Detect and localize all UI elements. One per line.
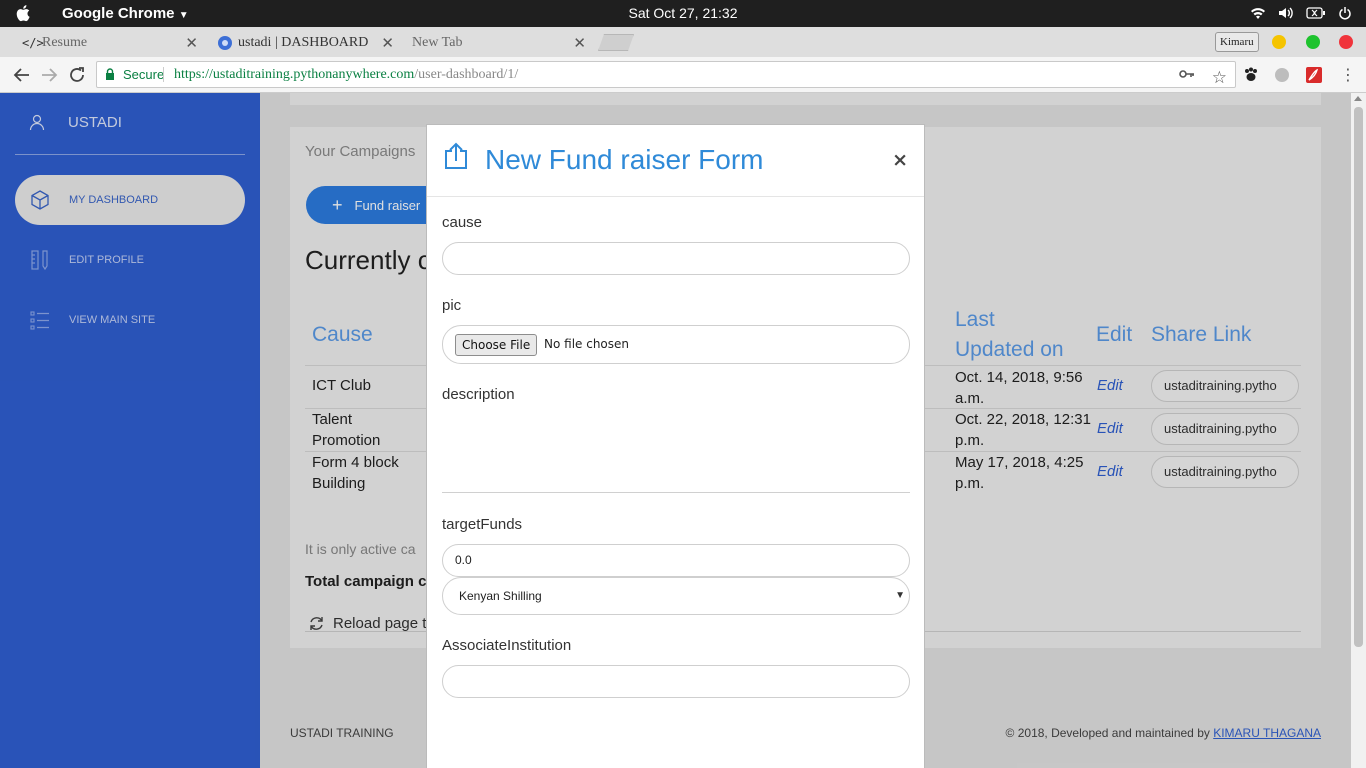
tab-new-tab[interactable]: New Tab ✕ xyxy=(402,29,598,57)
modal-header: New Fund raiser Form × xyxy=(427,125,924,197)
close-tab-icon[interactable]: ✕ xyxy=(381,29,394,57)
profile-button[interactable]: Kimaru xyxy=(1215,32,1259,52)
associate-institution-label: AssociateInstitution xyxy=(442,637,572,654)
page-scrollbar[interactable] xyxy=(1351,93,1366,768)
currency-selected: Kenyan Shilling xyxy=(459,589,542,603)
tab-resume[interactable]: </> Resume ✕ xyxy=(12,29,210,57)
new-tab-button[interactable] xyxy=(598,34,634,51)
system-tray xyxy=(1250,6,1352,20)
description-textarea[interactable] xyxy=(442,412,910,492)
close-window-button[interactable] xyxy=(1339,35,1353,49)
page-viewport: USTADI MY DASHBOARD EDIT PROFILE VIEW MA… xyxy=(0,93,1366,768)
target-funds-label: targetFunds xyxy=(442,516,523,533)
url-input[interactable]: Secure https://ustaditraining.pythonanyw… xyxy=(96,61,1236,88)
modal-close-button[interactable]: × xyxy=(892,149,908,171)
wifi-icon[interactable] xyxy=(1250,6,1266,20)
paw-extension-icon[interactable] xyxy=(1242,66,1260,84)
extension-circle-icon[interactable] xyxy=(1273,66,1291,84)
dropdown-caret-icon: ▼ xyxy=(895,590,905,601)
url-text: https://ustaditraining.pythonanywhere.co… xyxy=(174,67,519,82)
site-favicon-icon xyxy=(218,36,232,50)
code-icon: </> xyxy=(22,36,44,50)
share-upload-icon xyxy=(445,142,467,169)
tab-label: New Tab xyxy=(412,35,463,50)
file-status: No file chosen xyxy=(544,337,630,351)
cause-label: cause xyxy=(442,214,483,231)
tab-label: Resume xyxy=(42,35,88,50)
secure-label: Secure xyxy=(123,67,165,82)
currency-select[interactable]: Kenyan Shilling ▼ xyxy=(442,577,910,615)
chrome-menu-icon[interactable]: ⋮ xyxy=(1340,65,1356,85)
close-tab-icon[interactable]: ✕ xyxy=(573,29,586,57)
volume-icon[interactable] xyxy=(1278,6,1294,20)
reload-icon[interactable] xyxy=(68,66,86,84)
forward-arrow-icon[interactable] xyxy=(40,66,58,84)
close-tab-icon[interactable]: ✕ xyxy=(185,29,198,57)
back-arrow-icon[interactable] xyxy=(13,66,31,84)
pic-label: pic xyxy=(442,297,462,314)
address-bar: Secure https://ustaditraining.pythonanyw… xyxy=(0,57,1366,93)
cause-input[interactable] xyxy=(442,242,910,275)
modal-title: New Fund raiser Form xyxy=(485,144,764,175)
choose-file-button[interactable]: Choose File xyxy=(455,334,538,356)
associate-institution-input[interactable] xyxy=(442,665,910,698)
battery-icon[interactable] xyxy=(1306,7,1326,19)
pic-file-input[interactable]: Choose File No file chosen xyxy=(442,325,910,364)
tab-dashboard[interactable]: ustadi | DASHBOARD ✕ xyxy=(208,29,406,57)
tab-label: ustadi | DASHBOARD xyxy=(238,35,369,50)
maximize-button[interactable] xyxy=(1306,35,1320,49)
bookmark-star-icon[interactable]: ☆ xyxy=(1212,65,1227,90)
clock: Sat Oct 27, 21:32 xyxy=(628,5,738,21)
key-icon[interactable] xyxy=(1179,67,1195,81)
power-icon[interactable] xyxy=(1338,6,1352,20)
description-label: description xyxy=(442,386,515,403)
pdf-extension-icon[interactable] xyxy=(1305,66,1323,84)
new-fund-raiser-modal: New Fund raiser Form × cause pic Choose … xyxy=(426,124,925,768)
lock-icon xyxy=(106,68,114,80)
tab-strip: </> Resume ✕ ustadi | DASHBOARD ✕ New Ta… xyxy=(0,27,1366,57)
os-top-bar: Google Chrome ▼ Sat Oct 27, 21:32 xyxy=(0,0,1366,27)
minimize-button[interactable] xyxy=(1272,35,1286,49)
target-funds-input[interactable]: 0.0 xyxy=(442,544,910,577)
